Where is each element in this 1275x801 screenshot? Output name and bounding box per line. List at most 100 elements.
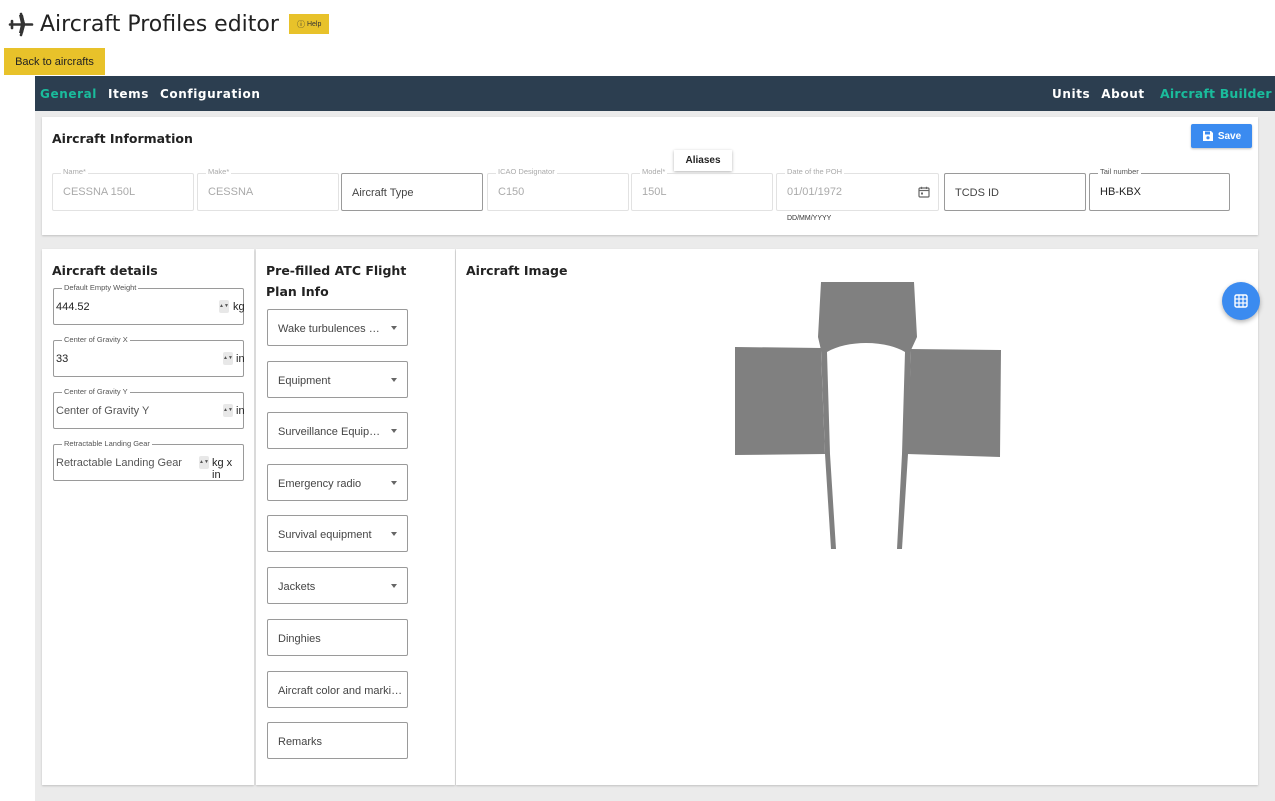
atc-title: Pre-filled ATC Flight Plan Info bbox=[266, 263, 407, 299]
cg-y-field[interactable]: Center of Gravity Y Center of Gravity Y … bbox=[53, 387, 245, 429]
spinner-icon[interactable]: ▲▼ bbox=[219, 300, 229, 313]
caret-down-icon bbox=[391, 584, 397, 588]
select-label: Surveillance Equipment bbox=[278, 426, 382, 438]
model-label: Model* bbox=[640, 167, 668, 177]
aliases-button[interactable]: Aliases bbox=[674, 150, 732, 171]
emergency-radio-select[interactable]: Emergency radio bbox=[267, 464, 408, 501]
caret-down-icon bbox=[391, 429, 397, 433]
nav-item-general[interactable]: General bbox=[40, 87, 97, 101]
app-container: General Items Configuration Units About … bbox=[35, 76, 1275, 801]
name-label: Name* bbox=[61, 167, 88, 177]
unit-label: in bbox=[236, 405, 245, 417]
jackets-select[interactable]: Jackets bbox=[267, 567, 408, 604]
aircraft-details-title: Aircraft details bbox=[52, 263, 158, 278]
equipment-select[interactable]: Equipment bbox=[267, 361, 408, 398]
icao-designator-field[interactable]: ICAO Designator C150 bbox=[487, 167, 629, 211]
grid-view-button[interactable] bbox=[1222, 282, 1260, 320]
poh-date-field[interactable]: Date of the POH 01/01/1972 bbox=[776, 167, 939, 211]
survival-equipment-select[interactable]: Survival equipment bbox=[267, 515, 408, 552]
name-field[interactable]: Name* CESSNA 150L bbox=[52, 167, 194, 211]
unit-label: in bbox=[236, 353, 245, 365]
name-value: CESSNA 150L bbox=[63, 186, 136, 198]
spinner-icon[interactable]: ▲▼ bbox=[223, 352, 233, 365]
unit-label: kg bbox=[233, 301, 245, 313]
nav-item-about[interactable]: About bbox=[1101, 87, 1144, 101]
aircraft-information-card: Aircraft Information Save Aliases Name* … bbox=[42, 117, 1258, 235]
landing-gear-field[interactable]: Retractable Landing Gear Retractable Lan… bbox=[53, 439, 244, 481]
nav-item-units[interactable]: Units bbox=[1052, 87, 1090, 101]
caret-down-icon bbox=[391, 326, 397, 330]
unit-label: kg x in bbox=[212, 457, 233, 481]
icao-label: ICAO Designator bbox=[496, 167, 557, 177]
caret-down-icon bbox=[391, 532, 397, 536]
date-format-hint: DD/MM/YYYY bbox=[787, 215, 832, 222]
input-label: Dinghies bbox=[278, 633, 321, 645]
aircraft-image-card: Aircraft Image bbox=[456, 249, 1258, 785]
landing-gear-label: Retractable Landing Gear bbox=[62, 439, 152, 449]
tcds-id-field[interactable]: TCDS ID bbox=[944, 173, 1086, 211]
cg-y-label: Center of Gravity Y bbox=[62, 387, 130, 397]
floppy-disk-icon bbox=[1202, 131, 1213, 141]
model-value: 150L bbox=[642, 186, 667, 198]
select-label: Emergency radio bbox=[278, 478, 362, 490]
tail-number-field[interactable]: Tail number HB-KBX bbox=[1089, 167, 1230, 211]
empty-weight-value: 444.52 bbox=[56, 301, 90, 313]
poh-date-value: 01/01/1972 bbox=[787, 186, 843, 198]
tail-value: HB-KBX bbox=[1100, 186, 1141, 198]
make-field[interactable]: Make* CESSNA bbox=[197, 167, 339, 211]
aircraft-top-view-image bbox=[735, 282, 1001, 549]
airplane-icon bbox=[8, 12, 34, 37]
aircraft-type-field[interactable]: Aircraft Type bbox=[341, 173, 483, 211]
info-icon: ⓘ bbox=[296, 19, 305, 29]
page-title: Aircraft Profiles editor bbox=[40, 11, 279, 37]
nav-item-items[interactable]: Items bbox=[108, 87, 149, 101]
select-label: Equipment bbox=[278, 375, 331, 387]
surveillance-equipment-select[interactable]: Surveillance Equipment bbox=[267, 412, 408, 449]
model-field[interactable]: Model* 150L bbox=[631, 167, 773, 211]
cg-x-label: Center of Gravity X bbox=[62, 335, 130, 345]
aircraft-type-placeholder: Aircraft Type bbox=[352, 187, 414, 199]
navbar: General Items Configuration Units About … bbox=[35, 76, 1275, 111]
spinner-icon[interactable]: ▲▼ bbox=[199, 456, 209, 469]
select-label: Jackets bbox=[278, 581, 316, 593]
back-to-aircrafts-button[interactable]: Back to aircrafts bbox=[4, 48, 105, 75]
grid-icon bbox=[1234, 294, 1248, 308]
atc-flight-plan-card: Pre-filled ATC Flight Plan Info Wake tur… bbox=[256, 249, 455, 785]
brand-link[interactable]: Aircraft Builder bbox=[1160, 86, 1272, 101]
make-value: CESSNA bbox=[208, 186, 254, 198]
empty-weight-label: Default Empty Weight bbox=[62, 283, 139, 293]
wake-turbulence-select[interactable]: Wake turbulences category bbox=[267, 309, 408, 346]
help-label: Help bbox=[306, 20, 322, 28]
aircraft-color-input[interactable]: Aircraft color and markings bbox=[267, 671, 408, 708]
select-label: Survival equipment bbox=[278, 529, 372, 541]
tail-label: Tail number bbox=[1098, 167, 1141, 177]
input-label: Remarks bbox=[278, 736, 323, 748]
nav-right: Units About bbox=[1052, 87, 1145, 101]
title-row: Aircraft Profiles editor ⓘ Help bbox=[8, 10, 330, 38]
help-button[interactable]: ⓘ Help bbox=[288, 14, 330, 34]
aircraft-image-title: Aircraft Image bbox=[466, 263, 568, 278]
calendar-icon[interactable] bbox=[918, 186, 930, 198]
nav-item-configuration[interactable]: Configuration bbox=[160, 87, 261, 101]
make-label: Make* bbox=[206, 167, 232, 177]
tcds-placeholder: TCDS ID bbox=[955, 187, 999, 199]
cg-x-value: 33 bbox=[56, 353, 69, 365]
caret-down-icon bbox=[391, 481, 397, 485]
cg-y-value: Center of Gravity Y bbox=[56, 405, 150, 417]
input-label: Aircraft color and markings bbox=[278, 685, 406, 697]
dinghies-input[interactable]: Dinghies bbox=[267, 619, 408, 656]
remarks-input[interactable]: Remarks bbox=[267, 722, 408, 759]
aircraft-information-title: Aircraft Information bbox=[52, 131, 193, 146]
save-label: Save bbox=[1217, 130, 1242, 142]
icao-value: C150 bbox=[498, 186, 525, 198]
spinner-icon[interactable]: ▲▼ bbox=[223, 404, 233, 417]
landing-gear-value: Retractable Landing Gear bbox=[56, 457, 182, 469]
aircraft-details-card: Aircraft details Default Empty Weight 44… bbox=[42, 249, 254, 785]
empty-weight-field[interactable]: Default Empty Weight 444.52 ▲▼ kg bbox=[53, 283, 245, 325]
nav-left: General Items Configuration bbox=[40, 87, 261, 101]
cg-x-field[interactable]: Center of Gravity X 33 ▲▼ in bbox=[53, 335, 245, 377]
select-label: Wake turbulences category bbox=[278, 323, 382, 335]
poh-date-label: Date of the POH bbox=[785, 167, 845, 177]
save-button[interactable]: Save bbox=[1191, 124, 1252, 148]
caret-down-icon bbox=[391, 378, 397, 382]
